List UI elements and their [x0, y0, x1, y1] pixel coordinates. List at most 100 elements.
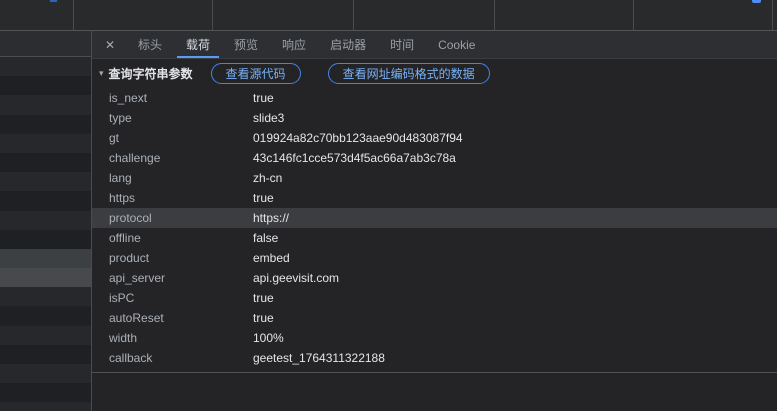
param-value: false [253, 231, 278, 245]
param-row[interactable]: https true [92, 188, 777, 208]
request-row[interactable] [0, 364, 91, 383]
tab-label: 时间 [390, 36, 414, 53]
view-data-button[interactable]: 查看网址编码格式的数据 [328, 63, 490, 84]
request-row[interactable] [0, 153, 91, 172]
detail-tab[interactable]: 时间 [381, 31, 423, 58]
param-row[interactable]: isPC true [92, 288, 777, 308]
param-row[interactable]: callback geetest_1764311322188 [92, 348, 777, 368]
tab-label: 载荷 [186, 36, 210, 53]
param-row[interactable]: protocol https:// [92, 208, 777, 228]
request-detail-panel: ✕ 标头 载荷 预览 响应 [92, 31, 777, 411]
tab-label: 预览 [234, 36, 258, 53]
param-row[interactable]: gt 019924a82c70bb123aae90d483087f94 [92, 128, 777, 148]
param-row[interactable]: challenge 43c146fc1cce573d4f5ac66a7ab3c7… [92, 148, 777, 168]
detail-tab[interactable]: 标头 [129, 31, 171, 58]
button-label: 查看源代码 [226, 65, 286, 82]
param-key: product [92, 251, 253, 265]
param-row[interactable]: api_server api.geevisit.com [92, 268, 777, 288]
request-row[interactable] [0, 326, 91, 345]
request-row[interactable] [0, 383, 91, 402]
column-divider [772, 0, 773, 30]
button-label: 查看网址编码格式的数据 [343, 65, 475, 82]
param-value: true [253, 311, 274, 325]
column-divider [494, 0, 495, 30]
param-row[interactable]: offline false [92, 228, 777, 248]
param-value: embed [253, 251, 290, 265]
param-key: is_next [92, 91, 253, 105]
section-end-divider [92, 372, 777, 373]
tab-label: 响应 [282, 36, 306, 53]
clipped-blue-indicator [50, 0, 57, 2]
request-list-header [0, 31, 91, 57]
request-row[interactable] [0, 402, 91, 411]
collapse-triangle-icon[interactable]: ▾ [99, 68, 104, 79]
request-row[interactable] [0, 268, 91, 287]
param-value: zh-cn [253, 171, 282, 185]
close-icon[interactable]: ✕ [98, 31, 122, 58]
section-buttons: 查看源代码 查看网址编码格式的数据 [193, 63, 490, 84]
param-key: gt [92, 131, 253, 145]
param-value: true [253, 191, 274, 205]
request-row[interactable] [0, 306, 91, 325]
tab-label: Cookie [438, 38, 475, 52]
param-key: isPC [92, 291, 253, 305]
param-value: https:// [253, 211, 289, 225]
request-row[interactable] [0, 76, 91, 95]
detail-tab[interactable]: Cookie [429, 31, 484, 58]
param-value: true [253, 291, 274, 305]
request-row[interactable] [0, 345, 91, 364]
param-key: width [92, 331, 253, 345]
param-row[interactable]: product embed [92, 248, 777, 268]
column-divider [73, 0, 74, 30]
section-title: 查询字符串参数 [109, 65, 193, 82]
request-row[interactable] [0, 191, 91, 210]
request-row[interactable] [0, 211, 91, 230]
param-key: https [92, 191, 253, 205]
detail-tabs: 标头 载荷 预览 响应 启动器 [126, 31, 487, 58]
clipped-blue-indicator [752, 0, 761, 3]
detail-tab[interactable]: 启动器 [321, 31, 375, 58]
param-value: true [253, 91, 274, 105]
param-row[interactable]: lang zh-cn [92, 168, 777, 188]
tab-label: 启动器 [330, 36, 366, 53]
network-requests-sidebar-rows [0, 57, 91, 411]
request-row[interactable] [0, 134, 91, 153]
param-row[interactable]: is_next true [92, 88, 777, 108]
param-row[interactable]: type slide3 [92, 108, 777, 128]
query-params-list: is_next true type slide3 gt 019924a82c70… [92, 88, 777, 368]
param-key: lang [92, 171, 253, 185]
param-value: api.geevisit.com [253, 271, 339, 285]
request-row[interactable] [0, 230, 91, 249]
request-row[interactable] [0, 249, 91, 268]
detail-tabbar: ✕ 标头 载荷 预览 响应 [92, 31, 777, 59]
param-key: offline [92, 231, 253, 245]
column-divider [212, 0, 213, 30]
param-row[interactable]: width 100% [92, 328, 777, 348]
request-row[interactable] [0, 287, 91, 306]
param-key: type [92, 111, 253, 125]
network-request-list [0, 31, 92, 411]
detail-tab[interactable]: 预览 [225, 31, 267, 58]
param-key: api_server [92, 271, 253, 285]
request-row[interactable] [0, 115, 91, 134]
param-value: 100% [253, 331, 284, 345]
devtools-window: ✕ 标头 载荷 预览 响应 [0, 0, 777, 411]
param-value: 43c146fc1cce573d4f5ac66a7ab3c78a [253, 151, 456, 165]
request-row[interactable] [0, 57, 91, 76]
query-params-section-header: ▾ 查询字符串参数 查看源代码 查看网址编码格式的数据 [92, 59, 777, 88]
detail-tab[interactable]: 响应 [273, 31, 315, 58]
view-data-button[interactable]: 查看源代码 [211, 63, 301, 84]
param-key: autoReset [92, 311, 253, 325]
param-key: challenge [92, 151, 253, 165]
request-row[interactable] [0, 95, 91, 114]
param-value: slide3 [253, 111, 284, 125]
param-key: protocol [92, 211, 253, 225]
top-grid-strip [0, 0, 777, 31]
param-value: geetest_1764311322188 [253, 351, 385, 365]
tab-label: 标头 [138, 36, 162, 53]
param-row[interactable]: autoReset true [92, 308, 777, 328]
request-row[interactable] [0, 172, 91, 191]
column-divider [353, 0, 354, 30]
param-value: 019924a82c70bb123aae90d483087f94 [253, 131, 463, 145]
detail-tab[interactable]: 载荷 [177, 31, 219, 58]
